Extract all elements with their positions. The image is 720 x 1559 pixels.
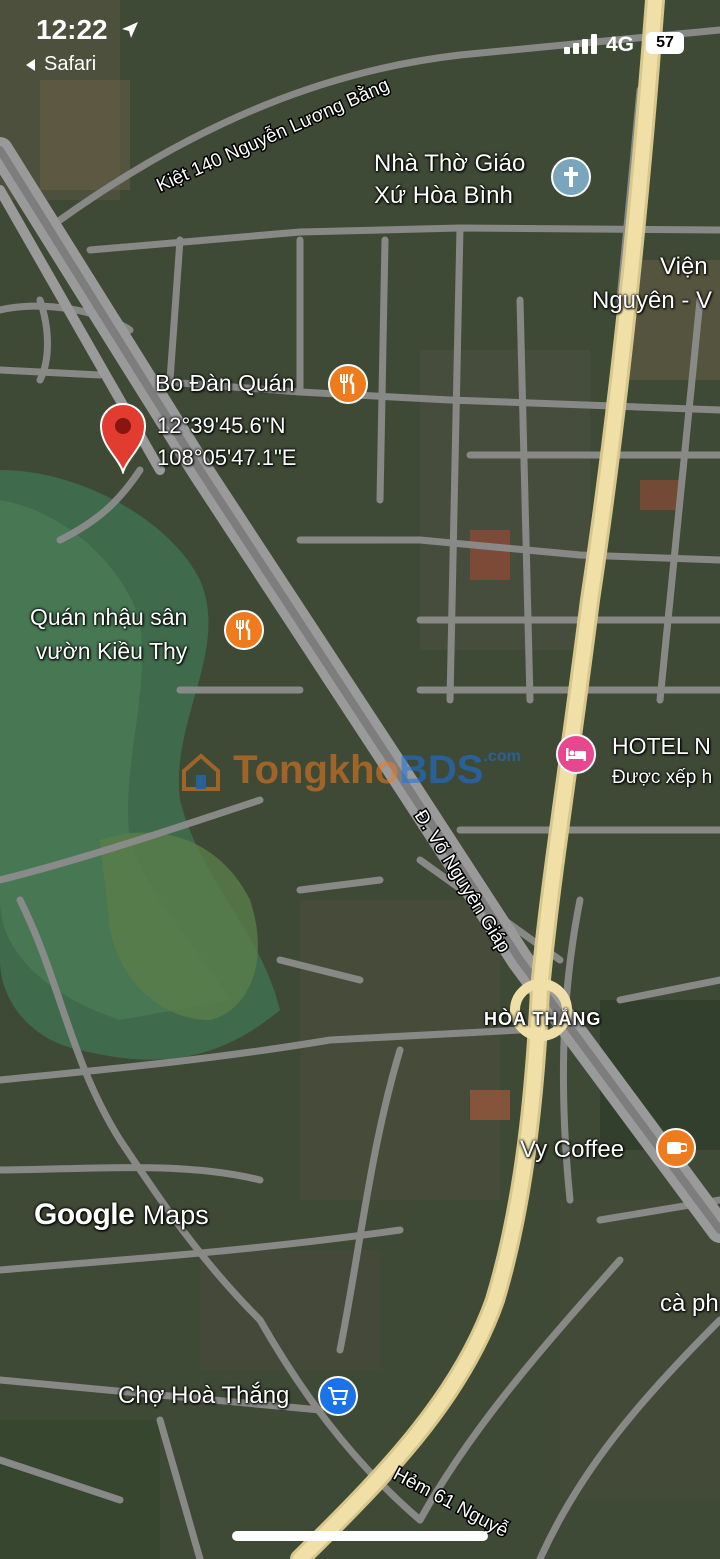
church-name-line2: Xứ Hòa Bình: [374, 182, 513, 209]
vien-line2: Nguyên - V: [592, 287, 713, 314]
google-maps-watermark: Google Maps: [34, 1198, 209, 1232]
place-bo-dan-quan[interactable]: Bo Đàn Quán: [155, 370, 294, 397]
map-pin-icon[interactable]: [97, 400, 149, 474]
hotel-line1: HOTEL N: [612, 733, 711, 759]
hotel-line2: Được xếp h: [612, 767, 713, 788]
tongkho-bds: BDS: [399, 748, 484, 792]
place-hotel[interactable]: HOTEL N Được xếp h: [612, 730, 712, 794]
back-chevron-icon[interactable]: [24, 58, 36, 72]
signal-bars-icon: [564, 34, 597, 54]
battery-icon: 57: [646, 32, 684, 54]
place-vy-coffee[interactable]: Vy Coffee: [520, 1136, 624, 1164]
place-vien[interactable]: Viện Nguyên - V: [592, 250, 712, 318]
google-word: Google: [34, 1198, 135, 1231]
cross-icon[interactable]: [551, 157, 591, 197]
battery-level: 57: [656, 34, 674, 51]
tongkho-text: Tongkho: [233, 748, 400, 792]
place-cho-hoa-thang[interactable]: Chợ Hoà Thắng: [118, 1382, 289, 1410]
vien-line1: Viện: [660, 253, 708, 280]
pin-longitude: 108°05'47.1"E: [157, 445, 297, 470]
fork-knife-icon[interactable]: [328, 364, 368, 404]
tongkho-watermark: TongkhoBDS.com: [180, 748, 521, 793]
place-church[interactable]: Nhà Thờ Giáo Xứ Hòa Bình: [374, 148, 525, 212]
place-quan-nhau[interactable]: Quán nhậu sân vườn Kiều Thy: [30, 600, 187, 668]
maps-word: Maps: [142, 1200, 209, 1230]
tongkho-com: .com: [483, 748, 521, 765]
pin-latitude: 12°39'45.6"N: [157, 413, 286, 438]
status-time: 12:22: [36, 14, 108, 45]
church-name-line1: Nhà Thờ Giáo: [374, 150, 526, 177]
place-ca-phe[interactable]: cà ph: [660, 1290, 719, 1318]
shopping-cart-icon[interactable]: [318, 1376, 358, 1416]
status-bar: 12:22 Safari 4G 57: [0, 0, 720, 90]
bed-icon[interactable]: [556, 734, 596, 774]
pin-coordinates: 12°39'45.6"N 108°05'47.1"E: [157, 410, 296, 474]
fork-knife-icon[interactable]: [224, 610, 264, 650]
quan-nhau-line1: Quán nhậu sân: [30, 604, 188, 630]
back-to-safari[interactable]: Safari: [44, 53, 96, 76]
coffee-cup-icon[interactable]: [656, 1128, 696, 1168]
house-icon: [182, 753, 220, 792]
location-arrow-icon: [122, 22, 138, 38]
network-type: 4G: [606, 33, 635, 56]
area-label-hoa-thang: HÒA THẮNG: [484, 1009, 602, 1029]
quan-nhau-line2: vườn Kiều Thy: [35, 638, 188, 664]
home-indicator[interactable]: [232, 1531, 488, 1541]
